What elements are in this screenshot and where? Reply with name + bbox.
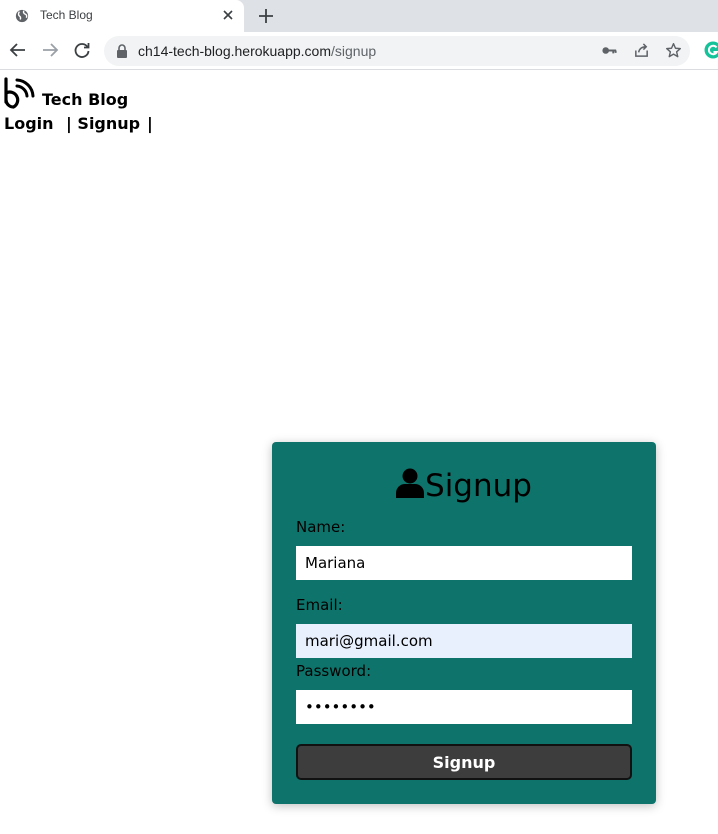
address-bar[interactable]: ch14-tech-blog.herokuapp.com/signup <box>104 36 690 66</box>
close-icon[interactable] <box>220 7 236 23</box>
blog-logo-icon <box>4 77 35 109</box>
name-input[interactable] <box>296 546 632 580</box>
name-label: Name: <box>296 518 346 536</box>
tab-title: Tech Blog <box>40 8 93 22</box>
password-label: Password: <box>296 662 372 680</box>
key-icon[interactable] <box>601 42 618 59</box>
user-icon <box>396 468 425 498</box>
signup-button[interactable]: Signup <box>296 744 632 780</box>
share-icon[interactable] <box>633 42 650 59</box>
lock-icon[interactable] <box>116 44 128 58</box>
site-title: Tech Blog <box>42 90 129 109</box>
browser-toolbar: ch14-tech-blog.herokuapp.com/signup <box>0 32 718 70</box>
forward-arrow-icon[interactable] <box>41 41 59 59</box>
back-arrow-icon[interactable] <box>9 41 27 59</box>
signup-card: Signup Name: Email: Password: Signup <box>272 442 656 804</box>
extension-icon[interactable] <box>704 41 718 59</box>
reload-icon[interactable] <box>73 41 91 59</box>
email-label: Email: <box>296 596 343 614</box>
email-input[interactable] <box>296 624 632 658</box>
browser-tab[interactable]: Tech Blog <box>0 0 244 32</box>
password-input[interactable] <box>296 690 632 724</box>
nav-login-link[interactable]: Login <box>4 114 54 133</box>
globe-icon <box>15 9 29 23</box>
signup-title: Signup <box>272 468 656 504</box>
new-tab-icon[interactable] <box>257 7 275 25</box>
tab-strip: Tech Blog <box>0 0 718 32</box>
nav-separator: | <box>147 114 153 133</box>
url-text: ch14-tech-blog.herokuapp.com/signup <box>138 43 377 59</box>
star-icon[interactable] <box>665 42 682 59</box>
nav-signup-link[interactable]: | Signup <box>66 114 140 133</box>
